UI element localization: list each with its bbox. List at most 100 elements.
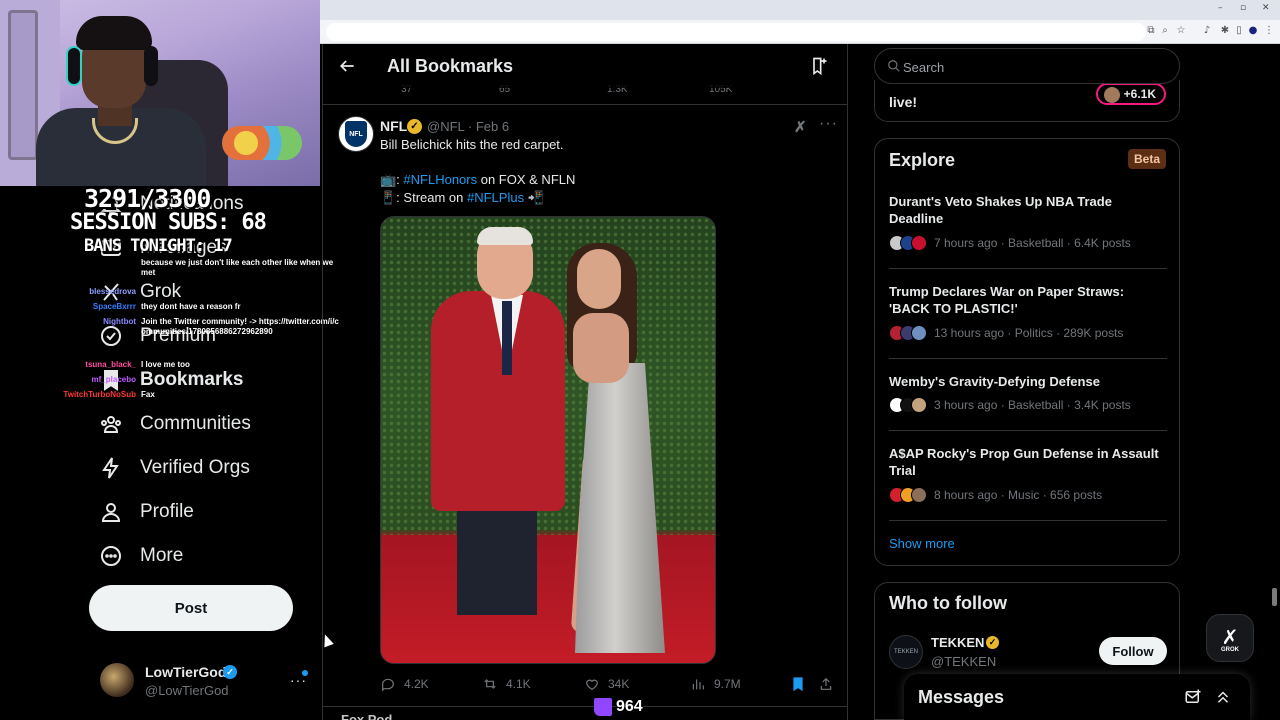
trend-item[interactable]: Trump Declares War on Paper Straws: 'BAC… <box>889 283 1167 341</box>
trend-avatars <box>889 235 927 251</box>
tweet-line-suffix: 📲 <box>524 190 544 205</box>
heart-icon <box>586 679 598 691</box>
messages-drawer[interactable]: Messages <box>904 674 1250 720</box>
tweet-photo[interactable] <box>380 216 716 664</box>
view-count: 9.7M <box>714 677 741 691</box>
avatar[interactable]: NFL <box>338 116 374 152</box>
nav-verified-orgs[interactable]: Verified Orgs <box>98 448 250 488</box>
tweet-date[interactable]: · Feb 6 <box>468 119 509 134</box>
star-icon[interactable]: ☆ <box>1176 25 1186 37</box>
nav-more[interactable]: More <box>98 536 183 576</box>
back-arrow-icon[interactable] <box>337 56 359 78</box>
restore-icon[interactable]: ▫ <box>1240 3 1246 13</box>
account-switcher[interactable]: LowTierGod ✓ @LowTierGod ··· <box>100 660 312 704</box>
tweet-handle: @NFL · Feb 6 <box>427 119 509 134</box>
trend-item[interactable]: Durant's Veto Shakes Up NBA Trade Deadli… <box>889 193 1167 251</box>
grok-floating-button[interactable]: ✗ GROK <box>1206 614 1254 662</box>
share-button[interactable] <box>818 676 834 692</box>
new-message-icon[interactable] <box>1184 688 1202 706</box>
tweet-text: Bill Belichick hits the red carpet. <box>380 137 564 152</box>
tweet-actions: 4.2K 4.1K 34K 9.7M <box>380 676 840 696</box>
viewer-count-value: 964 <box>616 698 643 715</box>
add-bookmark-folder-icon[interactable] <box>809 56 831 78</box>
suggested-account-name[interactable]: TEKKEN <box>931 635 984 650</box>
divider <box>889 430 1167 431</box>
trend-meta: 8 hours ago · Music · 656 posts <box>934 488 1103 502</box>
profile-icon[interactable]: ● <box>1248 25 1258 37</box>
who-to-follow-title: Who to follow <box>889 593 1007 613</box>
verified-badge-icon: ✓ <box>986 636 999 649</box>
expand-icon[interactable] <box>1214 688 1232 706</box>
trend-title: Durant's Veto Shakes Up NBA Trade Deadli… <box>889 194 1112 226</box>
bookmark-button[interactable] <box>790 676 806 692</box>
trend-item[interactable]: Wemby's Gravity-Defying Defense 3 hours … <box>889 373 1167 413</box>
next-tweet-author[interactable]: Fox Pod... <box>341 712 403 720</box>
scrollbar[interactable] <box>1272 588 1277 606</box>
retweet-button[interactable]: 4.1K <box>482 676 531 692</box>
address-bar[interactable] <box>326 23 1146 41</box>
viewer-count: 964 <box>594 696 643 718</box>
stream-text: 📱: Stream on <box>380 190 467 205</box>
more-circle-icon <box>98 543 124 569</box>
explore-panel: Explore Beta Durant's Veto Shakes Up NBA… <box>874 138 1180 566</box>
grok-icon[interactable]: ✗ <box>794 118 807 136</box>
messages-title: Messages <box>918 687 1005 707</box>
bans-counter: BANS TONIGHT: 17 <box>84 236 233 256</box>
divider <box>889 358 1167 359</box>
divider <box>889 268 1167 269</box>
show-more-link[interactable]: Show more <box>889 536 955 551</box>
twitch-icon <box>594 698 612 716</box>
chat-message: Fax <box>141 390 155 399</box>
search-input[interactable] <box>903 57 1163 77</box>
live-spaces-card[interactable]: live! +6.1K <box>874 80 1180 122</box>
views-button[interactable]: 9.7M <box>690 676 741 692</box>
notification-dot <box>302 670 308 676</box>
tweet-line: 📺: #NFLHonors on FOX & NFLN <box>380 172 575 188</box>
like-count: 34K <box>608 677 630 691</box>
divider <box>323 104 847 105</box>
extensions-icon[interactable]: ✱ <box>1220 25 1230 37</box>
post-button[interactable]: Post <box>89 585 293 631</box>
beta-badge: Beta <box>1128 149 1167 169</box>
page-header: All Bookmarks <box>323 44 847 88</box>
chat-username: tsuna_black_ <box>85 360 136 369</box>
avatar[interactable]: TEKKEN <box>889 635 923 669</box>
more-icon[interactable]: ··· <box>819 115 838 133</box>
follow-button[interactable]: Follow <box>1099 637 1167 665</box>
close-icon[interactable]: ✕ <box>1262 3 1270 13</box>
trend-item[interactable]: A$AP Rocky's Prop Gun Defense in Assault… <box>889 445 1167 503</box>
hashtag-link[interactable]: #NFLHonors <box>403 172 477 187</box>
streamer-webcam <box>0 0 320 186</box>
screenshot-icon[interactable]: ⧉ <box>1146 25 1156 37</box>
tweet-line-suffix: on FOX & NFLN <box>477 172 576 187</box>
tweet-author[interactable]: NFL <box>380 118 407 134</box>
avatar <box>100 663 134 697</box>
account-handle: @LowTierGod <box>145 683 229 698</box>
menu-icon[interactable]: ⋮ <box>1264 25 1274 37</box>
reply-button[interactable]: 4.2K <box>380 676 429 692</box>
trend-avatars <box>889 487 927 503</box>
trend-meta: 7 hours ago · Basketball · 6.4K posts <box>934 236 1131 250</box>
trend-avatars <box>889 325 927 341</box>
bookmark-icon <box>793 677 803 692</box>
trend-avatars <box>889 397 927 413</box>
hashtag-link[interactable]: #NFLPlus <box>467 190 524 205</box>
zoom-icon[interactable]: ⌕ <box>1160 25 1170 37</box>
trend-meta: 13 hours ago · Politics · 289K posts <box>934 326 1124 340</box>
communities-icon <box>98 411 124 437</box>
nav-profile[interactable]: Profile <box>98 492 194 532</box>
sidepanel-icon[interactable]: ▯ <box>1234 25 1244 37</box>
chat-username: TwitchTurboNoSub <box>63 390 136 399</box>
minimize-icon[interactable]: – <box>1218 3 1223 13</box>
avatar <box>1104 87 1120 103</box>
live-text: live! <box>889 94 918 110</box>
nav-communities[interactable]: Communities <box>98 404 251 444</box>
chat-username: Nightbot <box>103 317 136 326</box>
divider <box>323 706 847 707</box>
handle[interactable]: @NFL <box>427 119 464 134</box>
live-listener-pill[interactable]: +6.1K <box>1096 83 1166 105</box>
like-button[interactable]: 34K <box>584 676 629 692</box>
search-bar[interactable] <box>874 48 1180 84</box>
audio-icon[interactable]: ♪ <box>1202 25 1212 37</box>
grok-label: GROK <box>1221 647 1239 653</box>
